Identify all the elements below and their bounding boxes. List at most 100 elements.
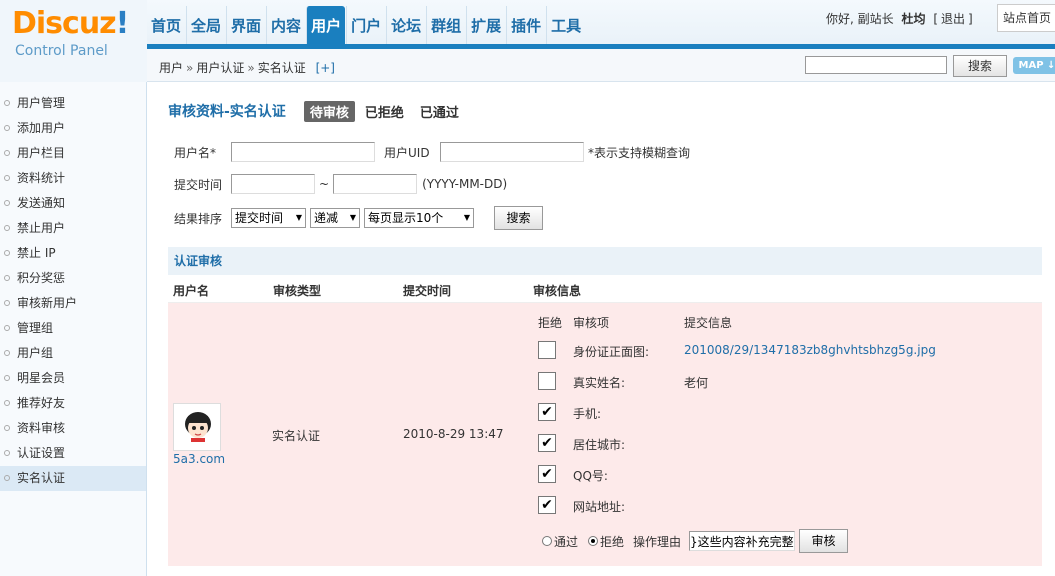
bullet-icon: [4, 150, 10, 156]
reject-checkbox[interactable]: ✔: [538, 403, 556, 421]
tab-pending[interactable]: 待审核: [303, 100, 355, 122]
breadcrumb-item[interactable]: 用户: [159, 61, 183, 75]
sidebar-item-label: 添加用户: [17, 121, 66, 135]
date-format-hint: (YYYY-MM-DD): [422, 177, 508, 191]
username-filter-label: 用户名*: [174, 145, 217, 160]
sidebar-item[interactable]: 禁止用户: [0, 216, 146, 241]
review-button[interactable]: 审核: [799, 529, 849, 553]
nav-tab[interactable]: 论坛: [386, 6, 425, 44]
sort-order-select[interactable]: 递减: [310, 208, 360, 228]
logout-link[interactable]: 退出: [941, 12, 965, 26]
nav-tab[interactable]: 全局: [186, 6, 225, 44]
verify-item: ✔ QQ号:: [538, 465, 1038, 485]
map-button[interactable]: MAP ↓: [1013, 57, 1055, 74]
logo-brand: Discuz!: [12, 6, 129, 41]
page-title: 审核资料-实名认证: [168, 104, 286, 120]
user-link[interactable]: 5a3.com: [173, 452, 225, 466]
nav-tab[interactable]: 工具: [546, 6, 585, 44]
nav-tab[interactable]: 门户: [346, 6, 385, 44]
reject-checkbox[interactable]: ✔: [538, 496, 556, 514]
logo[interactable]: Discuz! Control Panel: [0, 0, 147, 82]
sidebar-item[interactable]: 认证设置: [0, 441, 146, 466]
nav-tab[interactable]: 群组: [426, 6, 465, 44]
sidebar-item[interactable]: 添加用户: [0, 116, 146, 141]
nav-tab[interactable]: 内容: [266, 6, 305, 44]
sidebar-item[interactable]: 管理组: [0, 316, 146, 341]
nav-tab[interactable]: 插件: [506, 6, 545, 44]
reject-checkbox[interactable]: ✔: [538, 465, 556, 483]
sidebar-item[interactable]: 推荐好友: [0, 391, 146, 416]
tab-rejected[interactable]: 已拒绝: [359, 101, 410, 122]
reason-label: 操作理由: [633, 534, 682, 549]
sidebar-item-label: 推荐好友: [17, 396, 66, 410]
submit-time: 2010-8-29 13:47: [403, 427, 504, 441]
nav-tab[interactable]: 用户: [306, 6, 346, 44]
site-home-link[interactable]: 站点首页: [997, 4, 1055, 32]
submitted-file-link[interactable]: 201008/29/1347183zb8ghvhtsbhzg5g.jpg: [684, 343, 936, 357]
sidebar-item-label: 积分奖惩: [17, 271, 66, 285]
filter-search-button[interactable]: 搜索: [494, 206, 543, 230]
sidebar-item[interactable]: 明星会员: [0, 366, 146, 391]
menu-search-button[interactable]: 搜索: [953, 55, 1007, 77]
sidebar-item[interactable]: 用户管理: [0, 91, 146, 116]
time-from-input[interactable]: [231, 174, 315, 194]
filter-row-sort: 结果排序 提交时间 递减 每页显示10个 搜索: [174, 206, 543, 230]
sort-field-select[interactable]: 提交时间: [231, 208, 306, 228]
table-header: 用户名 审核类型 提交时间 审核信息: [168, 275, 1042, 303]
main-content: 审核资料-实名认证 待审核 已拒绝 已通过 用户名* 用户UID *表示支持模糊…: [168, 82, 1042, 576]
username-filter-input[interactable]: [231, 142, 375, 162]
nav-tab[interactable]: 界面: [226, 6, 265, 44]
sort-label: 结果排序: [174, 211, 223, 226]
column-header: 审核类型: [273, 284, 322, 298]
avatar[interactable]: [173, 403, 221, 451]
verify-item: 真实姓名: 老何: [538, 372, 1038, 392]
breadcrumb-bar: 用户» 用户认证» 实名认证 [+] 搜索 MAP ↓: [147, 49, 1055, 82]
per-page-select[interactable]: 每页显示10个: [364, 208, 474, 228]
sidebar-item[interactable]: 用户栏目: [0, 141, 146, 166]
time-to-input[interactable]: [333, 174, 418, 194]
reason-input[interactable]: [689, 531, 796, 551]
sidebar-item-label: 用户组: [17, 346, 54, 360]
bullet-icon: [4, 400, 10, 406]
fuzzy-note: *表示支持模糊查询: [588, 145, 691, 160]
menu-search-input[interactable]: [805, 56, 947, 74]
add-shortcut-link[interactable]: [+]: [316, 61, 335, 75]
sidebar-item[interactable]: 资料统计: [0, 166, 146, 191]
approve-radio[interactable]: [542, 536, 552, 546]
verify-item-label: QQ号:: [573, 469, 608, 483]
avatar-image: [185, 412, 211, 442]
nav-tab[interactable]: 首页: [147, 6, 185, 44]
reject-checkbox[interactable]: [538, 341, 556, 359]
sidebar-item-label: 认证设置: [17, 446, 66, 460]
sidebar-item[interactable]: 发送通知: [0, 191, 146, 216]
sidebar-item-label: 资料统计: [17, 171, 66, 185]
breadcrumb: 用户» 用户认证» 实名认证 [+]: [159, 59, 335, 76]
sidebar-item-label: 禁止 IP: [17, 246, 56, 260]
reject-checkbox[interactable]: ✔: [538, 434, 556, 452]
verify-item: ✔ 居住城市:: [538, 434, 1038, 454]
sidebar-item[interactable]: 用户组: [0, 341, 146, 366]
sidebar-item[interactable]: 实名认证: [0, 466, 146, 491]
verify-item-value: 老何: [684, 376, 709, 390]
sidebar-item-label: 明星会员: [17, 371, 66, 385]
title-row: 审核资料-实名认证 待审核 已拒绝 已通过: [168, 100, 469, 122]
verify-type: 实名认证: [272, 429, 321, 443]
sidebar-item[interactable]: 禁止 IP: [0, 241, 146, 266]
uid-filter-label: 用户UID: [384, 145, 430, 160]
breadcrumb-item[interactable]: 用户认证: [196, 61, 244, 75]
review-action-row: 通过 拒绝 操作理由 审核: [542, 529, 849, 553]
reject-radio[interactable]: [588, 536, 599, 546]
bullet-icon: [4, 325, 10, 331]
bullet-icon: [4, 300, 10, 306]
sidebar-item[interactable]: 审核新用户: [0, 291, 146, 316]
uid-filter-input[interactable]: [440, 142, 584, 162]
item-col-label: 审核项: [573, 316, 610, 330]
nav-tab[interactable]: 扩展: [466, 6, 505, 44]
sidebar-item[interactable]: 积分奖惩: [0, 266, 146, 291]
sidebar-item-label: 审核新用户: [17, 296, 78, 310]
sidebar-item-label: 实名认证: [17, 471, 66, 485]
tab-approved[interactable]: 已通过: [414, 101, 465, 122]
sidebar-item[interactable]: 资料审核: [0, 416, 146, 441]
reject-checkbox[interactable]: [538, 372, 556, 390]
bullet-icon: [4, 250, 10, 256]
